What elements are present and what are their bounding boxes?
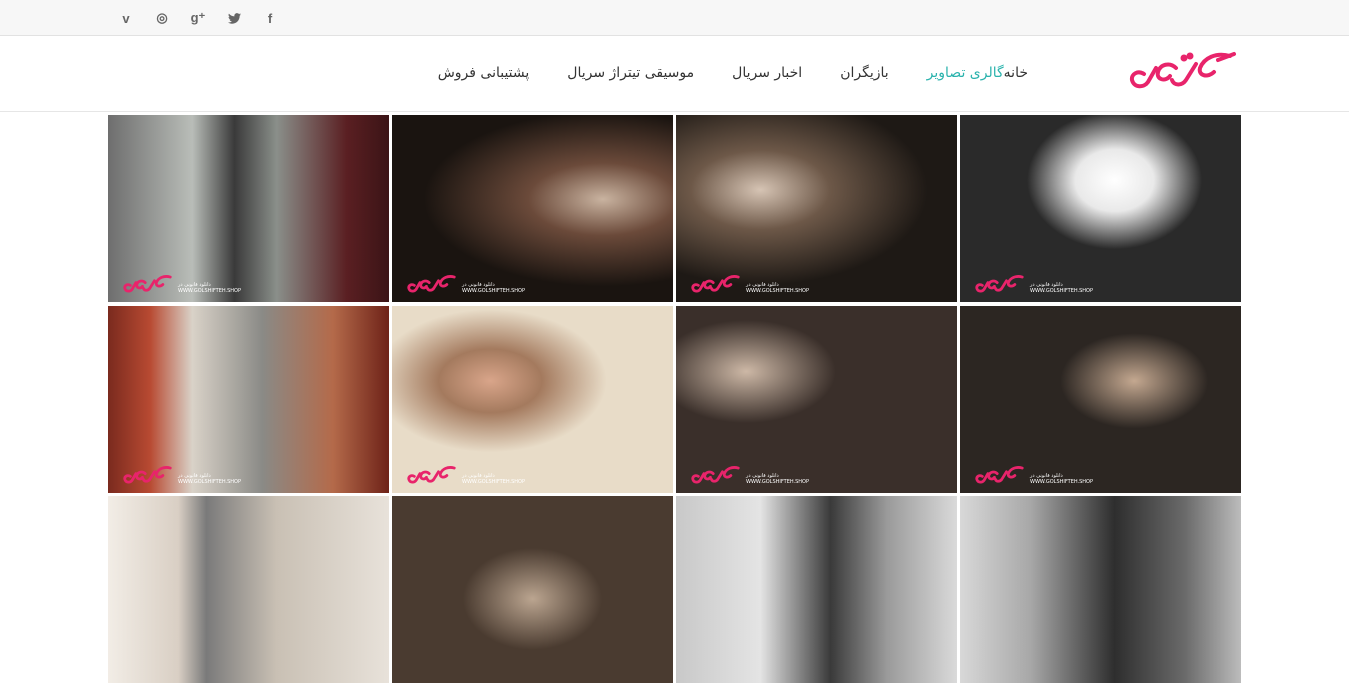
gallery-photo[interactable]: دانلود قانونی در WWW.GOLSHIFTEH.SHOP bbox=[960, 306, 1241, 493]
nav-music[interactable]: موسیقی تیتراژ سریال bbox=[567, 65, 694, 81]
site-logo[interactable] bbox=[1126, 46, 1238, 96]
gallery-photo[interactable]: دانلود قانونی در WWW.GOLSHIFTEH.SHOP bbox=[108, 115, 389, 302]
watermark-logo bbox=[407, 466, 456, 484]
watermark-logo bbox=[407, 275, 456, 293]
gallery-photo[interactable]: دانلود قانونی در WWW.GOLSHIFTEH.SHOP bbox=[392, 306, 673, 493]
vimeo-icon[interactable]: v bbox=[108, 0, 144, 36]
watermark-text: دانلود قانونی در WWW.GOLSHIFTEH.SHOP bbox=[1030, 282, 1093, 294]
watermark: دانلود قانونی در WWW.GOLSHIFTEH.SHOP bbox=[974, 463, 1093, 487]
watermark-logo bbox=[975, 275, 1024, 293]
facebook-icon[interactable]: f bbox=[252, 0, 288, 36]
watermark: دانلود قانونی در WWW.GOLSHIFTEH.SHOP bbox=[406, 272, 525, 296]
nav-support[interactable]: پشتیبانی فروش bbox=[438, 65, 530, 81]
social-links: v ◎ g⁺ f bbox=[108, 0, 288, 36]
watermark: دانلود قانونی در WWW.GOLSHIFTEH.SHOP bbox=[690, 272, 809, 296]
gallery-photo[interactable] bbox=[108, 496, 389, 683]
gallery-photo[interactable]: دانلود قانونی در WWW.GOLSHIFTEH.SHOP bbox=[108, 306, 389, 493]
watermark-logo bbox=[123, 275, 172, 293]
watermark-logo bbox=[691, 275, 740, 293]
watermark-logo bbox=[691, 466, 740, 484]
gallery-photo[interactable]: دانلود قانونی در WWW.GOLSHIFTEH.SHOP bbox=[392, 115, 673, 302]
photo-image bbox=[676, 496, 957, 683]
watermark-text: دانلود قانونی در WWW.GOLSHIFTEH.SHOP bbox=[462, 282, 525, 294]
main-nav: خانه گالری تصاویر بازیگران اخبار سریال م… bbox=[418, 36, 1028, 110]
watermark-text: دانلود قانونی در WWW.GOLSHIFTEH.SHOP bbox=[746, 282, 809, 294]
gallery-photo[interactable]: دانلود قانونی در WWW.GOLSHIFTEH.SHOP bbox=[676, 306, 957, 493]
nav-home[interactable]: خانه bbox=[1004, 65, 1028, 81]
watermark-text: دانلود قانونی در WWW.GOLSHIFTEH.SHOP bbox=[178, 473, 241, 485]
nav-actors[interactable]: بازیگران bbox=[840, 65, 888, 81]
google-plus-icon[interactable]: g⁺ bbox=[180, 0, 216, 36]
dribbble-icon[interactable]: ◎ bbox=[144, 0, 180, 36]
watermark: دانلود قانونی در WWW.GOLSHIFTEH.SHOP bbox=[406, 463, 525, 487]
watermark-logo bbox=[123, 466, 172, 484]
watermark: دانلود قانونی در WWW.GOLSHIFTEH.SHOP bbox=[690, 463, 809, 487]
watermark-text: دانلود قانونی در WWW.GOLSHIFTEH.SHOP bbox=[178, 282, 241, 294]
gallery-photo[interactable]: دانلود قانونی در WWW.GOLSHIFTEH.SHOP bbox=[960, 115, 1241, 302]
main-navbar: خانه گالری تصاویر بازیگران اخبار سریال م… bbox=[0, 36, 1349, 112]
photo-image bbox=[392, 496, 673, 683]
watermark-logo bbox=[975, 466, 1024, 484]
watermark-text: دانلود قانونی در WWW.GOLSHIFTEH.SHOP bbox=[1030, 473, 1093, 485]
watermark-text: دانلود قانونی در WWW.GOLSHIFTEH.SHOP bbox=[746, 473, 809, 485]
watermark: دانلود قانونی در WWW.GOLSHIFTEH.SHOP bbox=[122, 272, 241, 296]
twitter-icon[interactable] bbox=[216, 0, 252, 36]
watermark: دانلود قانونی در WWW.GOLSHIFTEH.SHOP bbox=[974, 272, 1093, 296]
nav-news[interactable]: اخبار سریال bbox=[732, 65, 802, 81]
gallery-photo[interactable] bbox=[676, 496, 957, 683]
photo-image bbox=[960, 496, 1241, 683]
gallery-photo[interactable] bbox=[392, 496, 673, 683]
top-bar: v ◎ g⁺ f bbox=[0, 0, 1349, 36]
gallery-photo[interactable] bbox=[960, 496, 1241, 683]
nav-gallery[interactable]: گالری تصاویر bbox=[927, 65, 1004, 81]
gallery-photo[interactable]: دانلود قانونی در WWW.GOLSHIFTEH.SHOP bbox=[676, 115, 957, 302]
photo-image bbox=[108, 496, 389, 683]
watermark: دانلود قانونی در WWW.GOLSHIFTEH.SHOP bbox=[122, 463, 241, 487]
watermark-text: دانلود قانونی در WWW.GOLSHIFTEH.SHOP bbox=[462, 473, 525, 485]
